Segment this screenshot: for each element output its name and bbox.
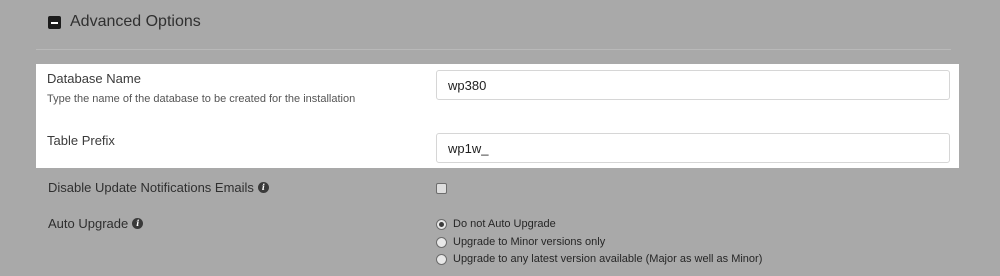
disable-update-notifications-checkbox[interactable] [436, 183, 447, 194]
radio-unselected-icon[interactable] [436, 236, 447, 248]
auto-upgrade-option-label: Upgrade to any latest version available … [453, 253, 763, 265]
database-name-help: Type the name of the database to be crea… [47, 93, 356, 105]
info-icon[interactable]: i [132, 218, 144, 229]
database-name-input[interactable] [436, 70, 950, 100]
auto-upgrade-option[interactable]: Upgrade to Minor versions only [436, 236, 605, 248]
auto-upgrade-option[interactable]: Do not Auto Upgrade [436, 218, 556, 230]
auto-upgrade-option[interactable]: Upgrade to any latest version available … [436, 253, 762, 265]
collapse-minus-icon[interactable] [48, 15, 61, 29]
info-icon[interactable]: i [257, 182, 269, 193]
advanced-options-header[interactable]: Advanced Options [48, 10, 201, 34]
table-prefix-label: Table Prefix [47, 133, 115, 148]
database-name-label: Database Name [47, 71, 141, 86]
auto-upgrade-option-label: Upgrade to Minor versions only [453, 236, 606, 248]
disable-update-notifications-label: Disable Update Notifications Emails [48, 180, 254, 195]
radio-unselected-icon[interactable] [436, 253, 447, 265]
auto-upgrade-row: Auto Upgrade i [48, 216, 144, 231]
section-divider [36, 49, 951, 50]
auto-upgrade-option-label: Do not Auto Upgrade [453, 218, 556, 230]
disable-update-notifications-row: Disable Update Notifications Emails i [48, 180, 269, 195]
auto-upgrade-label: Auto Upgrade [48, 216, 129, 231]
table-prefix-input[interactable] [436, 133, 950, 163]
section-title: Advanced Options [70, 13, 201, 30]
radio-selected-icon[interactable] [436, 218, 447, 230]
